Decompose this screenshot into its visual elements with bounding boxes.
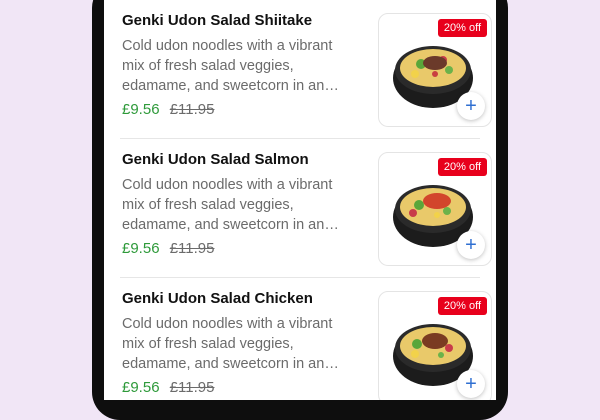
add-to-basket-button[interactable]: + (457, 370, 485, 398)
plus-icon: + (465, 95, 477, 117)
item-original-price: £11.95 (169, 240, 215, 257)
item-prices: £9.56 £11.95 (122, 101, 214, 118)
item-original-price: £11.95 (169, 379, 215, 396)
item-prices: £9.56 £11.95 (122, 379, 214, 396)
add-to-basket-button[interactable]: + (457, 231, 485, 259)
item-price: £9.56 (122, 101, 160, 118)
menu-screen: Genki Udon Salad Shiitake Cold udon nood… (104, 0, 496, 400)
menu-item-chicken[interactable]: Genki Udon Salad Chicken Cold udon noodl… (120, 278, 492, 400)
item-description: Cold udon noodles with a vibrant mix of … (122, 316, 339, 372)
discount-badge: 20% off (437, 19, 487, 37)
item-description: Cold udon noodles with a vibrant mix of … (122, 38, 339, 94)
item-name: Genki Udon Salad Chicken (122, 290, 313, 307)
add-to-basket-button[interactable]: + (457, 92, 485, 120)
plus-icon: + (465, 373, 477, 395)
item-image-card[interactable]: 20% off + (378, 152, 492, 266)
item-image-card[interactable]: 20% off + (378, 13, 492, 127)
item-original-price: £11.95 (169, 101, 215, 118)
item-prices: £9.56 £11.95 (122, 240, 214, 257)
item-price: £9.56 (122, 240, 160, 257)
menu-item-shiitake[interactable]: Genki Udon Salad Shiitake Cold udon nood… (120, 0, 492, 138)
menu-item-salmon[interactable]: Genki Udon Salad Salmon Cold udon noodle… (120, 139, 492, 277)
item-name: Genki Udon Salad Shiitake (122, 12, 313, 29)
item-description: Cold udon noodles with a vibrant mix of … (122, 177, 339, 233)
discount-badge: 20% off (437, 158, 487, 176)
item-name: Genki Udon Salad Salmon (122, 151, 309, 168)
item-image-card[interactable]: 20% off + (378, 291, 492, 400)
discount-badge: 20% off (437, 297, 487, 315)
item-price: £9.56 (122, 379, 160, 396)
plus-icon: + (465, 234, 477, 256)
